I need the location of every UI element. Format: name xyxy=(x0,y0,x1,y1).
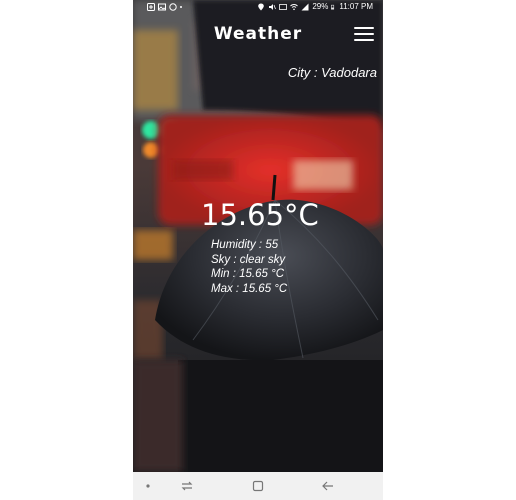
clock: 11:07 PM xyxy=(339,2,373,11)
signal-icon xyxy=(301,3,309,11)
hd-icon xyxy=(279,4,288,10)
battery-icon xyxy=(331,4,335,10)
status-bar: 29% 11:07 PM xyxy=(133,0,383,14)
location-icon xyxy=(258,3,265,11)
app-title: Weather xyxy=(213,24,303,44)
battery-percent: 29% xyxy=(312,2,329,11)
min-temp-label: Min : 15.65 °C xyxy=(211,268,284,280)
more-notifications-dot xyxy=(180,6,182,8)
recent-apps-icon[interactable] xyxy=(180,479,194,493)
max-temp-label: Max : 15.65 °C xyxy=(211,282,288,295)
navigation-bar xyxy=(133,472,383,500)
image-icon xyxy=(158,3,166,11)
status-notifications xyxy=(147,0,182,14)
status-system: 29% 11:07 PM xyxy=(257,0,373,14)
dot-icon[interactable] xyxy=(141,479,155,493)
wifi-icon xyxy=(290,4,299,11)
hamburger-menu-icon[interactable] xyxy=(354,27,374,43)
weather-details: Humidity : 55 Sky : clear sky Min : 15.6… xyxy=(211,238,287,296)
humidity-label: Humidity : 55 xyxy=(211,239,279,251)
add-notification-icon xyxy=(147,3,155,11)
back-arrow-icon[interactable] xyxy=(321,479,335,493)
phone-screen: 29% 11:07 PM Weather City : Vadodara 15.… xyxy=(133,0,383,500)
mute-icon xyxy=(269,4,277,10)
city-label: City : Vadodara xyxy=(287,65,377,80)
sky-label: Sky : clear sky xyxy=(211,253,286,266)
whatsapp-icon xyxy=(169,3,177,11)
home-icon[interactable] xyxy=(251,479,265,493)
temperature-value: 15.65°C xyxy=(201,198,319,232)
